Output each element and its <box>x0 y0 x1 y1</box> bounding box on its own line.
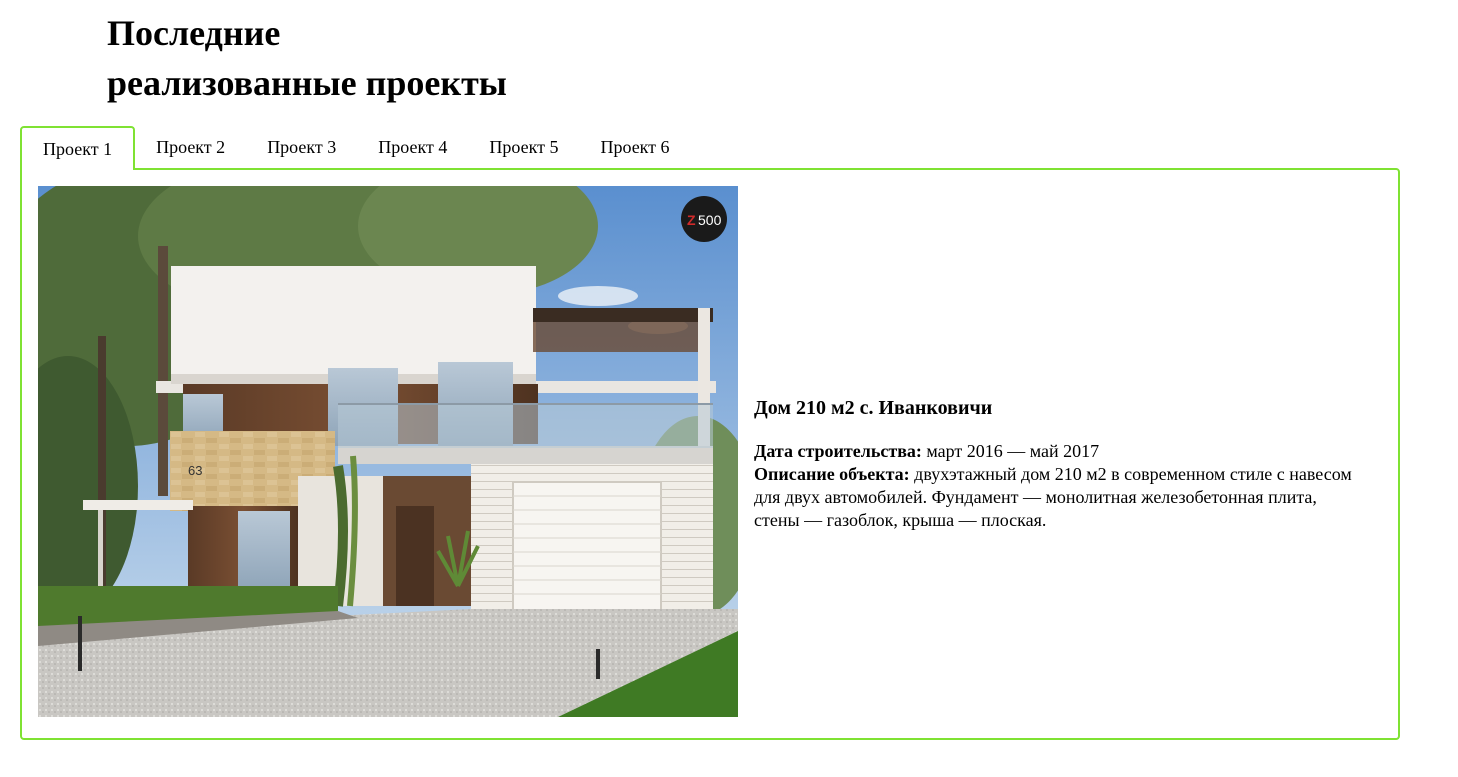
project-photo: 63 Z 500 <box>38 186 738 717</box>
project-tabs: Проект 1 Проект 2 Проект 3 Проект 4 Прое… <box>20 126 691 170</box>
tab-panel: 63 Z 500 Дом 210 м2 с. Иванковичи Дата с… <box>20 168 1400 740</box>
tab-project-1[interactable]: Проект 1 <box>20 126 136 170</box>
logo-letter: Z <box>687 212 696 228</box>
construction-date-label: Дата строительства: <box>754 441 922 461</box>
tab-project-3[interactable]: Проект 3 <box>246 126 357 168</box>
object-description: Описание объекта: двухэтажный дом 210 м2… <box>754 463 1354 532</box>
page-title-line-2: реализованные проекты <box>107 63 507 103</box>
object-description-label: Описание объекта: <box>754 464 910 484</box>
tab-project-5[interactable]: Проект 5 <box>468 126 579 168</box>
tab-project-4[interactable]: Проект 4 <box>357 126 468 168</box>
construction-date: Дата строительства: март 2016 — май 2017 <box>754 440 1354 463</box>
logo-number: 500 <box>698 212 722 228</box>
project-info: Дом 210 м2 с. Иванковичи Дата строительс… <box>754 394 1354 532</box>
tab-project-2[interactable]: Проект 2 <box>135 126 246 168</box>
page-title-line-1: Последние <box>107 13 281 53</box>
construction-date-value: март 2016 — май 2017 <box>926 441 1100 461</box>
project-title: Дом 210 м2 с. Иванковичи <box>754 397 993 419</box>
tab-project-6[interactable]: Проект 6 <box>579 126 690 168</box>
page-title: Последние реализованные проекты <box>107 8 507 108</box>
house-number: 63 <box>188 463 202 478</box>
